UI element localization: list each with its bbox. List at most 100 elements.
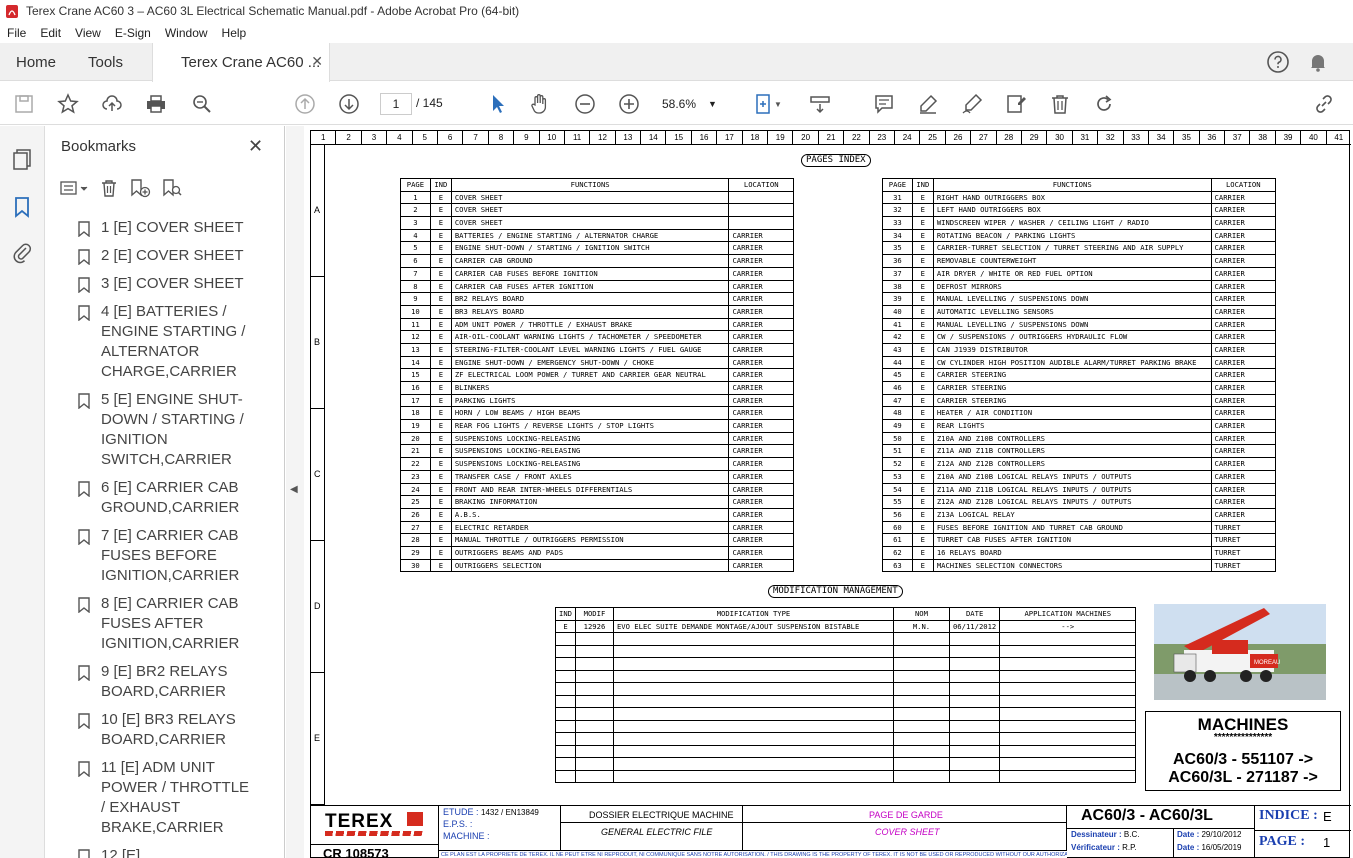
- function-cell: Z10A AND Z10B LOGICAL RELAYS INPUTS / OU…: [932, 469, 1212, 484]
- bookmark-item[interactable]: 11 [E] ADM UNIT POWER / THROTTLE / EXHAU…: [45, 758, 267, 838]
- new-bookmark-icon[interactable]: [129, 178, 151, 201]
- bookmarks-panel: Bookmarks ✕ 1 [E] COVER SHEET 2 [E] COVER…: [45, 126, 321, 858]
- sign-pen-icon[interactable]: [960, 92, 984, 116]
- upload-cloud-icon[interactable]: [100, 92, 124, 116]
- mod-cell: [999, 707, 1137, 721]
- menu-help[interactable]: Help: [215, 26, 254, 40]
- column-number: 39: [1274, 131, 1300, 144]
- save-icon[interactable]: [12, 92, 36, 116]
- tab-document[interactable]: Terex Crane AC60 ... ✕: [152, 43, 330, 82]
- location-cell: CARRIER: [728, 266, 794, 281]
- ind-cell: E: [429, 393, 452, 408]
- menu-esign[interactable]: E-Sign: [108, 26, 158, 40]
- comment-icon[interactable]: [872, 92, 896, 116]
- zoom-in-icon[interactable]: [617, 92, 641, 116]
- bookmark-search-icon[interactable]: [161, 178, 183, 201]
- collapse-panel-handle[interactable]: ◀: [286, 126, 304, 858]
- mod-cell: [612, 744, 894, 758]
- bookmark-item[interactable]: 12 [E]: [45, 846, 267, 858]
- mod-cell: [574, 719, 614, 733]
- zoom-level-select[interactable]: 58.6% ▼: [662, 93, 722, 115]
- date-2: 16/05/2019: [1201, 843, 1242, 852]
- function-cell: ADM UNIT POWER / THROTTLE / EXHAUST BRAK…: [450, 317, 730, 332]
- menu-file[interactable]: File: [0, 26, 33, 40]
- menu-window[interactable]: Window: [158, 26, 215, 40]
- bookmarks-icon[interactable]: [13, 196, 31, 221]
- tab-home[interactable]: Home: [16, 43, 56, 81]
- menu-edit[interactable]: Edit: [33, 26, 68, 40]
- location-cell: CARRIER: [728, 457, 794, 471]
- ind-cell: E: [911, 355, 934, 370]
- page-cell: 62: [882, 545, 913, 560]
- document-view[interactable]: 1 2 3 4 5 6 7 8 9 10 11 12 13 14 15 16 17 18 19 20 21 22 23 24 2…: [304, 126, 1353, 858]
- ind-cell: E: [429, 279, 452, 294]
- notification-bell-icon[interactable]: [1306, 50, 1330, 74]
- function-cell: WINDSCREEN WIPER / WASHER / CEILING LIGH…: [932, 216, 1212, 230]
- mod-cell: [612, 657, 894, 671]
- zoom-out-icon[interactable]: [573, 92, 597, 116]
- bookmark-item[interactable]: 8 [E] CARRIER CAB FUSES AFTER IGNITION,C…: [45, 594, 267, 654]
- previous-page-icon[interactable]: [293, 92, 317, 116]
- table-row: 15 E ZF ELECTRICAL LOOM POWER / TURRET AND…: [400, 368, 794, 382]
- window-title: Terex Crane AC60 3 – AC60 3L Electrical …: [26, 4, 520, 18]
- divider: [561, 822, 742, 823]
- fill-sign-icon[interactable]: [1004, 92, 1028, 116]
- ind-cell: E: [429, 444, 452, 459]
- bookmark-item[interactable]: 5 [E] ENGINE SHUT-DOWN / STARTING / IGNI…: [45, 390, 267, 470]
- next-page-icon[interactable]: [337, 92, 361, 116]
- page-fit-dropdown-icon[interactable]: ▼: [772, 92, 784, 116]
- mod-cell: [892, 632, 950, 646]
- options-menu-icon[interactable]: [59, 179, 89, 200]
- mod-cell: EVO ELEC SUITE DEMANDE MONTAGE/AJOUT SUS…: [612, 619, 894, 633]
- delete-trash-icon[interactable]: [1048, 92, 1072, 116]
- highlight-pen-icon[interactable]: [916, 92, 940, 116]
- col-header-functions: FUNCTIONS: [450, 178, 730, 192]
- bookmark-item[interactable]: 1 [E] COVER SHEET: [45, 218, 267, 238]
- delete-bookmark-icon[interactable]: [99, 178, 119, 201]
- pages-index-table-right: PAGE IND FUNCTIONS LOCATION 31 E RIGHT HAN…: [882, 178, 1277, 573]
- attachments-paperclip-icon[interactable]: [11, 240, 33, 267]
- indice-cell: INDICE : E PAGE : 1: [1255, 806, 1351, 858]
- menu-view[interactable]: View: [68, 26, 108, 40]
- location-cell: CARRIER: [1210, 495, 1277, 509]
- select-cursor-icon[interactable]: [486, 92, 510, 116]
- zoom-search-icon[interactable]: [190, 92, 214, 116]
- bookmark-item[interactable]: 2 [E] COVER SHEET: [45, 246, 267, 266]
- close-tab-icon[interactable]: ✕: [311, 53, 323, 70]
- table-row: 13 E STEERING-FILTER-COOLANT LEVEL WARNING…: [400, 342, 794, 357]
- bookmark-item[interactable]: 4 [E] BATTERIES / ENGINE STARTING / ALTE…: [45, 302, 267, 382]
- column-number: 3: [360, 131, 386, 144]
- bookmark-item[interactable]: 6 [E] CARRIER CAB GROUND,CARRIER: [45, 478, 267, 518]
- function-cell: COVER SHEET: [450, 190, 730, 205]
- page-number-input[interactable]: 1: [380, 93, 412, 115]
- ind-cell: E: [429, 507, 452, 522]
- ind-cell: E: [911, 558, 934, 573]
- function-cell: COVER SHEET: [450, 203, 730, 218]
- close-panel-icon[interactable]: ✕: [248, 136, 263, 157]
- column-number: 27: [970, 131, 995, 144]
- mod-cell: [612, 669, 894, 683]
- redo-rotate-icon[interactable]: [1092, 92, 1116, 116]
- ind-cell: E: [911, 279, 934, 294]
- location-cell: CARRIER: [1210, 254, 1277, 268]
- bookmark-item[interactable]: 9 [E] BR2 RELAYS BOARD,CARRIER: [45, 662, 267, 702]
- location-cell: CARRIER: [1210, 292, 1277, 306]
- hand-tool-icon[interactable]: [528, 92, 552, 116]
- page-thumbnails-icon[interactable]: [11, 148, 33, 173]
- bookmark-item[interactable]: 3 [E] COVER SHEET: [45, 274, 267, 294]
- star-bookmark-icon[interactable]: [56, 92, 80, 116]
- page-cell: 28: [400, 533, 431, 547]
- help-icon[interactable]: [1266, 50, 1290, 74]
- print-icon[interactable]: [144, 92, 168, 116]
- bookmark-item[interactable]: 10 [E] BR3 RELAYS BOARD,CARRIER: [45, 710, 267, 750]
- function-cell: CARRIER CAB GROUND: [450, 254, 730, 268]
- row-letter-cell: D: [311, 541, 325, 673]
- bookmark-item[interactable]: 7 [E] CARRIER CAB FUSES BEFORE IGNITION,…: [45, 526, 267, 586]
- scrolling-mode-icon[interactable]: [808, 92, 832, 116]
- terex-logo: TEREX: [325, 811, 394, 832]
- location-cell: CARRIER: [728, 355, 794, 370]
- tab-tools[interactable]: Tools: [88, 43, 123, 81]
- column-number: 34: [1147, 131, 1173, 144]
- page-cell: 4: [400, 228, 431, 243]
- share-link-icon[interactable]: [1312, 92, 1336, 116]
